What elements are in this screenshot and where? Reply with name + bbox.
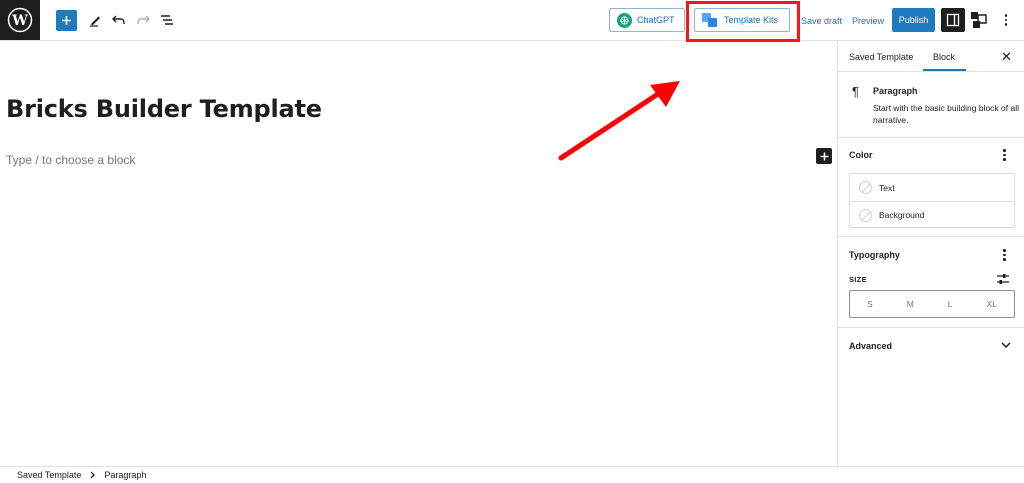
red-arrow-annotation [558, 81, 680, 161]
active-tab-indicator [923, 69, 966, 71]
sidebar-tabs: Saved Template Block ✕ [838, 41, 1024, 72]
breadcrumb-item-paragraph[interactable]: Paragraph [104, 470, 146, 480]
advanced-panel[interactable]: Advanced [838, 328, 1024, 366]
breadcrumb-item-saved-template[interactable]: Saved Template [17, 470, 81, 480]
color-options-icon[interactable] [1003, 149, 1006, 161]
size-option-m[interactable]: M [907, 299, 914, 309]
font-size-picker: S M L XL [849, 290, 1015, 318]
chevron-down-icon[interactable] [1000, 340, 1012, 350]
breadcrumb: Saved Template Paragraph [0, 466, 1024, 483]
size-option-xl[interactable]: XL [987, 299, 997, 309]
editor-canvas: Bricks Builder Template Type / to choose… [0, 41, 837, 466]
block-name: Paragraph [873, 86, 918, 96]
blocks-plugin-icon[interactable] [969, 10, 989, 30]
typography-panel-title: Typography [849, 250, 900, 260]
tools-pencil-icon[interactable] [86, 11, 104, 29]
tab-saved-template[interactable]: Saved Template [849, 52, 913, 62]
paragraph-icon: ¶ [852, 84, 859, 99]
custom-size-icon[interactable] [996, 273, 1010, 285]
block-placeholder[interactable]: Type / to choose a block [6, 153, 135, 167]
block-card: ¶ Paragraph Start with the basic buildin… [838, 72, 1024, 138]
publish-button[interactable]: Publish [892, 8, 935, 32]
chatgpt-button[interactable]: ChatGPT [609, 8, 685, 32]
chevron-right-icon [90, 471, 96, 479]
empty-swatch-icon [859, 208, 872, 222]
size-label: SIZE [849, 275, 867, 284]
list-view-icon[interactable] [158, 11, 176, 29]
preview-button[interactable]: Preview [852, 16, 884, 26]
save-draft-button[interactable]: Save draft [801, 16, 842, 26]
undo-icon[interactable] [110, 11, 128, 29]
plus-icon [820, 152, 828, 160]
more-options-icon[interactable] [999, 11, 1013, 29]
color-option-label: Text [879, 182, 895, 193]
template-kits-button[interactable]: Template Kits [694, 8, 790, 32]
top-toolbar: W ChatGPT Template Kits Save draft Previ… [0, 0, 1024, 42]
settings-sidebar-toggle[interactable] [941, 8, 965, 32]
close-icon[interactable]: ✕ [1001, 49, 1012, 65]
color-option-text[interactable]: Text [850, 174, 1014, 201]
plus-icon [62, 16, 71, 25]
chatgpt-label: ChatGPT [637, 15, 675, 25]
inline-add-block-button[interactable] [816, 148, 832, 164]
block-description: Start with the basic building block of a… [873, 103, 1019, 125]
svg-text:W: W [11, 13, 28, 29]
color-option-background[interactable]: Background [850, 201, 1014, 228]
empty-swatch-icon [859, 181, 872, 194]
color-panel-title: Color [849, 150, 873, 160]
page-title[interactable]: Bricks Builder Template [6, 95, 322, 123]
tab-block[interactable]: Block [933, 52, 955, 62]
sidebar-icon [946, 13, 960, 27]
chatgpt-logo-icon [617, 12, 632, 28]
redo-icon[interactable] [134, 11, 152, 29]
color-option-label: Background [879, 210, 925, 220]
size-option-s[interactable]: S [867, 299, 873, 309]
size-option-l[interactable]: L [948, 299, 953, 309]
typography-options-icon[interactable] [1003, 249, 1006, 261]
add-block-button[interactable] [56, 10, 77, 31]
color-panel: Color Text Background [838, 138, 1024, 237]
template-kits-logo-icon [702, 12, 718, 28]
settings-sidebar: Saved Template Block ✕ ¶ Paragraph Start… [837, 41, 1024, 466]
color-options-list: Text Background [849, 173, 1015, 228]
wordpress-logo-icon[interactable]: W [0, 0, 40, 40]
typography-panel: Typography SIZE S M L XL [838, 237, 1024, 328]
template-kits-label: Template Kits [724, 15, 779, 25]
editor-app: W ChatGPT Template Kits Save draft Previ… [0, 0, 1024, 483]
advanced-panel-title: Advanced [849, 341, 893, 351]
